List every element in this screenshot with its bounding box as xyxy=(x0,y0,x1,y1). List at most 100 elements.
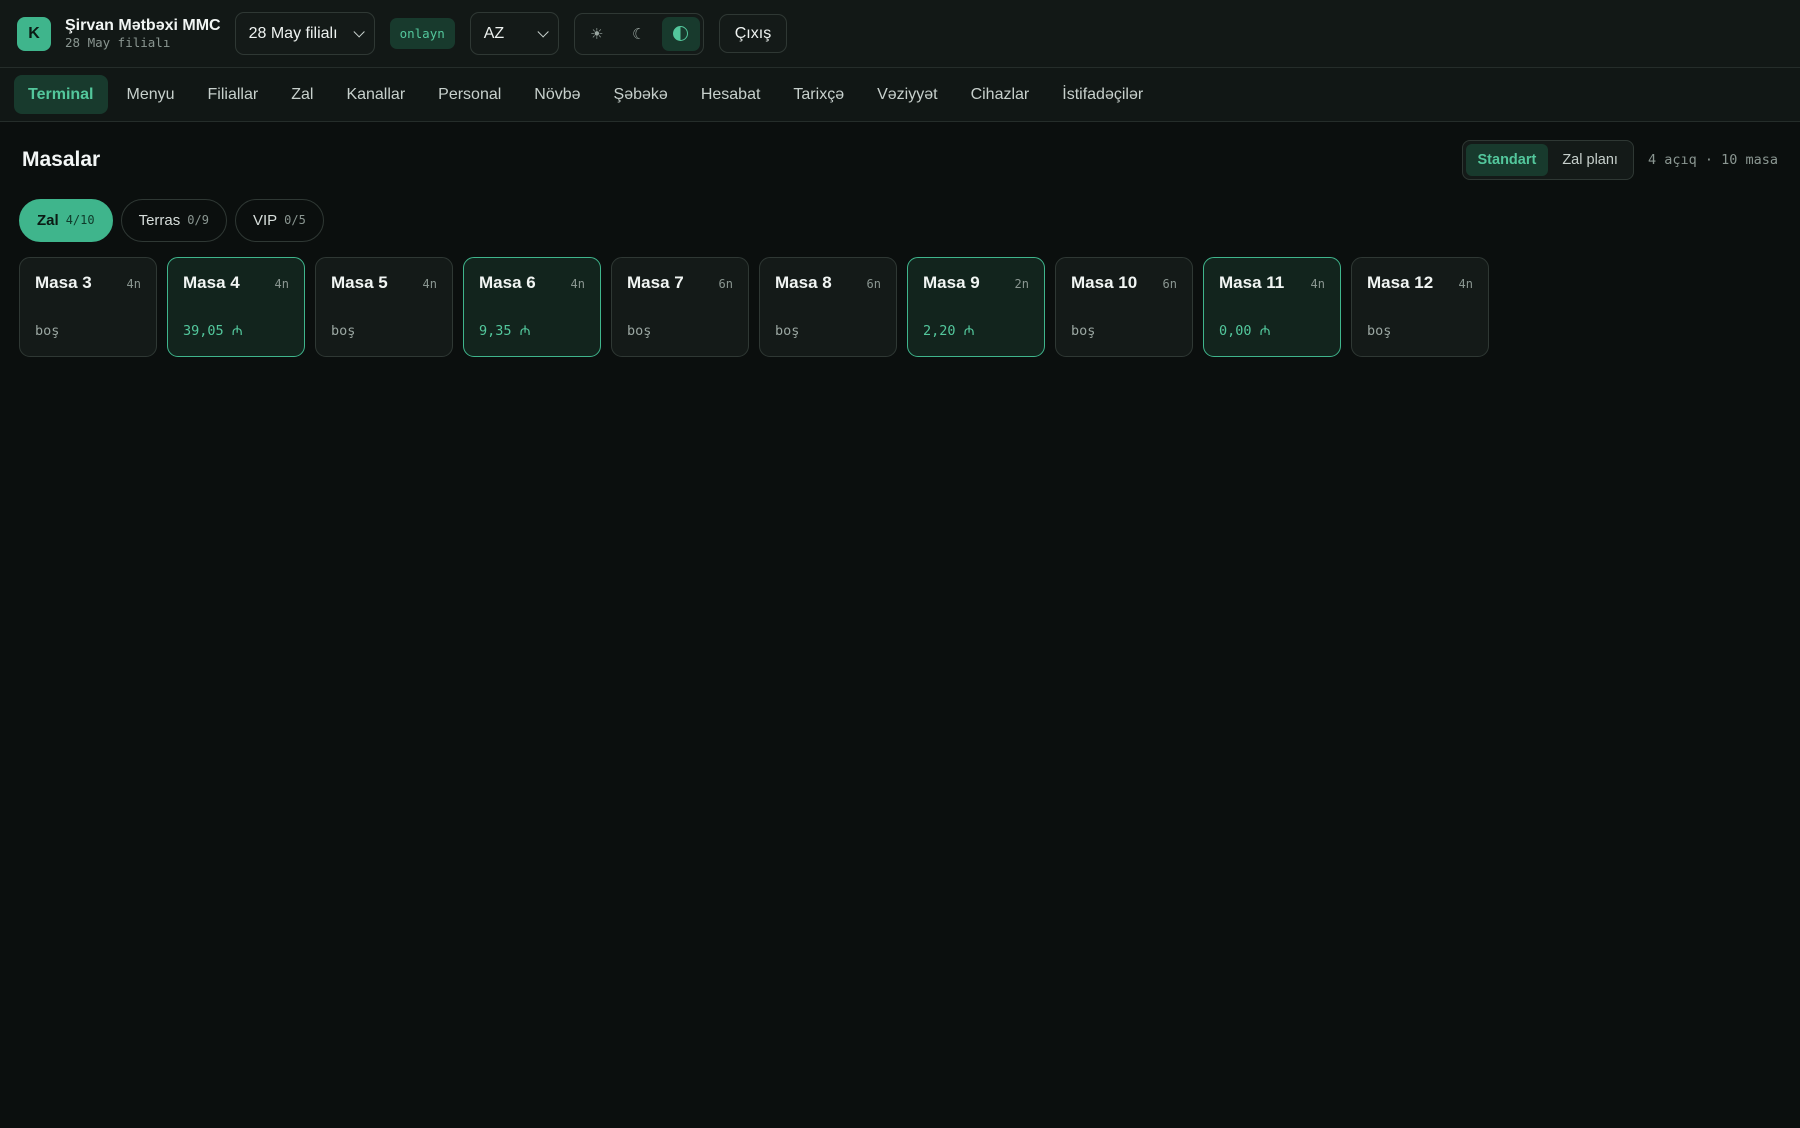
nav-item-10[interactable]: Vəziyyət xyxy=(863,75,951,114)
nav-item-8[interactable]: Hesabat xyxy=(687,75,775,114)
chevron-down-icon xyxy=(537,25,549,38)
section-header: Masalar Standart Zal planı 4 açıq · 10 m… xyxy=(19,122,1781,198)
zone-tabs: Zal 4/10 Terras 0/9 VIP 0/5 xyxy=(19,198,1781,242)
view-floor-plan-button[interactable]: Zal planı xyxy=(1550,144,1630,176)
company-logo: K xyxy=(17,16,51,51)
table-seats: 6n xyxy=(718,277,733,291)
contrast-icon xyxy=(673,26,689,41)
zone-tab-count: 0/9 xyxy=(187,213,209,227)
table-card[interactable]: Masa 10 6n boş xyxy=(1055,257,1193,357)
table-seats: 4n xyxy=(126,277,141,291)
branch-subtitle: 28 May filialı xyxy=(65,35,171,50)
table-seats: 4n xyxy=(1310,277,1325,291)
nav-item-7[interactable]: Şəbəkə xyxy=(600,75,682,114)
company-name: Şirvan Mətbəxi MMC xyxy=(65,17,221,34)
status-badge: onlayn xyxy=(389,18,455,49)
table-status: 9,35 ₼ xyxy=(479,323,531,339)
language-select[interactable]: AZ xyxy=(469,12,559,55)
table-card[interactable]: Masa 4 4n 39,05 ₼ xyxy=(167,257,305,357)
table-name: Masa 8 xyxy=(775,273,832,292)
top-bar: K Şirvan Mətbəxi MMC 28 May filialı 28 M… xyxy=(0,0,1800,68)
tables-summary: 4 açıq · 10 masa xyxy=(1647,152,1778,168)
table-name: Masa 4 xyxy=(183,273,240,292)
table-card[interactable]: Masa 3 4n boş xyxy=(19,257,157,357)
table-name: Masa 10 xyxy=(1071,273,1138,292)
main-nav: Terminal Menyu Filiallar Zal Kanallar Persona… xyxy=(0,68,1800,122)
nav-item-1[interactable]: Menyu xyxy=(113,75,189,114)
table-name: Masa 6 xyxy=(479,273,536,292)
zone-tab-count: 0/5 xyxy=(284,213,306,227)
table-card-header: Masa 3 4n xyxy=(35,273,141,293)
table-card-header: Masa 4 4n xyxy=(183,273,289,293)
table-status: boş xyxy=(627,323,652,339)
view-standard-button[interactable]: Standart xyxy=(1465,144,1549,176)
theme-switcher: ☀ ☾ xyxy=(573,12,704,55)
table-status: boş xyxy=(331,323,356,339)
table-card-header: Masa 5 4n xyxy=(331,273,437,293)
nav-item-12[interactable]: İstifadəçilər xyxy=(1048,75,1157,114)
table-card-header: Masa 7 6n xyxy=(627,273,733,293)
table-grid: Masa 3 4n boş Masa 4 4n 39,05 ₼ Masa 5 4n boş Mas… xyxy=(19,257,1781,357)
table-card-header: Masa 11 4n xyxy=(1219,273,1325,293)
nav-item-9[interactable]: Tarixçə xyxy=(779,75,858,114)
logout-button[interactable]: Çıxış xyxy=(718,14,788,53)
table-status: 39,05 ₼ xyxy=(183,323,243,339)
table-name: Masa 5 xyxy=(331,273,388,292)
language-select-value: AZ xyxy=(483,24,505,42)
zone-tab-count: 4/10 xyxy=(65,213,95,227)
theme-light-button[interactable]: ☀ xyxy=(578,17,616,51)
zone-tab-label: VIP xyxy=(252,211,278,229)
table-status: 0,00 ₼ xyxy=(1219,323,1271,339)
table-seats: 6n xyxy=(866,277,881,291)
theme-dark-button[interactable]: ☾ xyxy=(620,17,658,51)
chevron-down-icon xyxy=(353,25,365,38)
table-card[interactable]: Masa 11 4n 0,00 ₼ xyxy=(1203,257,1341,357)
nav-item-5[interactable]: Personal xyxy=(424,75,515,114)
table-seats: 2n xyxy=(1014,277,1029,291)
table-card[interactable]: Masa 5 4n boş xyxy=(315,257,453,357)
table-card[interactable]: Masa 12 4n boş xyxy=(1351,257,1489,357)
nav-item-3[interactable]: Zal xyxy=(277,75,327,114)
table-seats: 4n xyxy=(570,277,585,291)
table-seats: 4n xyxy=(274,277,289,291)
table-status: boş xyxy=(35,323,60,339)
table-name: Masa 7 xyxy=(627,273,684,292)
view-toggle: Standart Zal planı xyxy=(1461,140,1634,180)
branch-select-value: 28 May filialı xyxy=(248,24,338,42)
table-status: boş xyxy=(1071,323,1096,339)
section-header-right: Standart Zal planı 4 açıq · 10 masa xyxy=(1461,140,1778,180)
table-seats: 4n xyxy=(422,277,437,291)
table-card[interactable]: Masa 6 4n 9,35 ₼ xyxy=(463,257,601,357)
table-card-header: Masa 6 4n xyxy=(479,273,585,293)
table-name: Masa 11 xyxy=(1219,273,1285,292)
zone-tab-label: Zal xyxy=(37,211,59,229)
page-title: Masalar xyxy=(22,148,101,171)
main-content: Masalar Standart Zal planı 4 açıq · 10 m… xyxy=(0,122,1800,357)
table-status: boş xyxy=(775,323,800,339)
table-status: boş xyxy=(1367,323,1392,339)
nav-item-11[interactable]: Cihazlar xyxy=(957,75,1044,114)
table-status: 2,20 ₼ xyxy=(923,323,975,339)
nav-item-4[interactable]: Kanallar xyxy=(332,75,419,114)
table-card-header: Masa 10 6n xyxy=(1071,273,1177,293)
table-card[interactable]: Masa 9 2n 2,20 ₼ xyxy=(907,257,1045,357)
nav-item-2[interactable]: Filiallar xyxy=(194,75,273,114)
zone-tab[interactable]: Zal 4/10 xyxy=(19,198,113,242)
table-name: Masa 3 xyxy=(35,273,92,292)
table-card-header: Masa 8 6n xyxy=(775,273,881,293)
nav-item-0[interactable]: Terminal xyxy=(14,75,108,114)
table-seats: 6n xyxy=(1162,277,1177,291)
nav-item-6[interactable]: Növbə xyxy=(520,75,594,114)
table-card[interactable]: Masa 8 6n boş xyxy=(759,257,897,357)
branch-select[interactable]: 28 May filialı xyxy=(234,12,375,55)
table-seats: 4n xyxy=(1458,277,1473,291)
table-name: Masa 12 xyxy=(1367,273,1434,292)
table-card-header: Masa 12 4n xyxy=(1367,273,1473,293)
table-card-header: Masa 9 2n xyxy=(923,273,1029,293)
sun-icon: ☀ xyxy=(590,25,604,43)
theme-auto-button[interactable] xyxy=(661,16,700,51)
brand: Şirvan Mətbəxi MMC 28 May filialı xyxy=(65,16,221,51)
zone-tab[interactable]: VIP 0/5 xyxy=(234,198,324,242)
zone-tab[interactable]: Terras 0/9 xyxy=(120,198,227,242)
table-card[interactable]: Masa 7 6n boş xyxy=(611,257,749,357)
